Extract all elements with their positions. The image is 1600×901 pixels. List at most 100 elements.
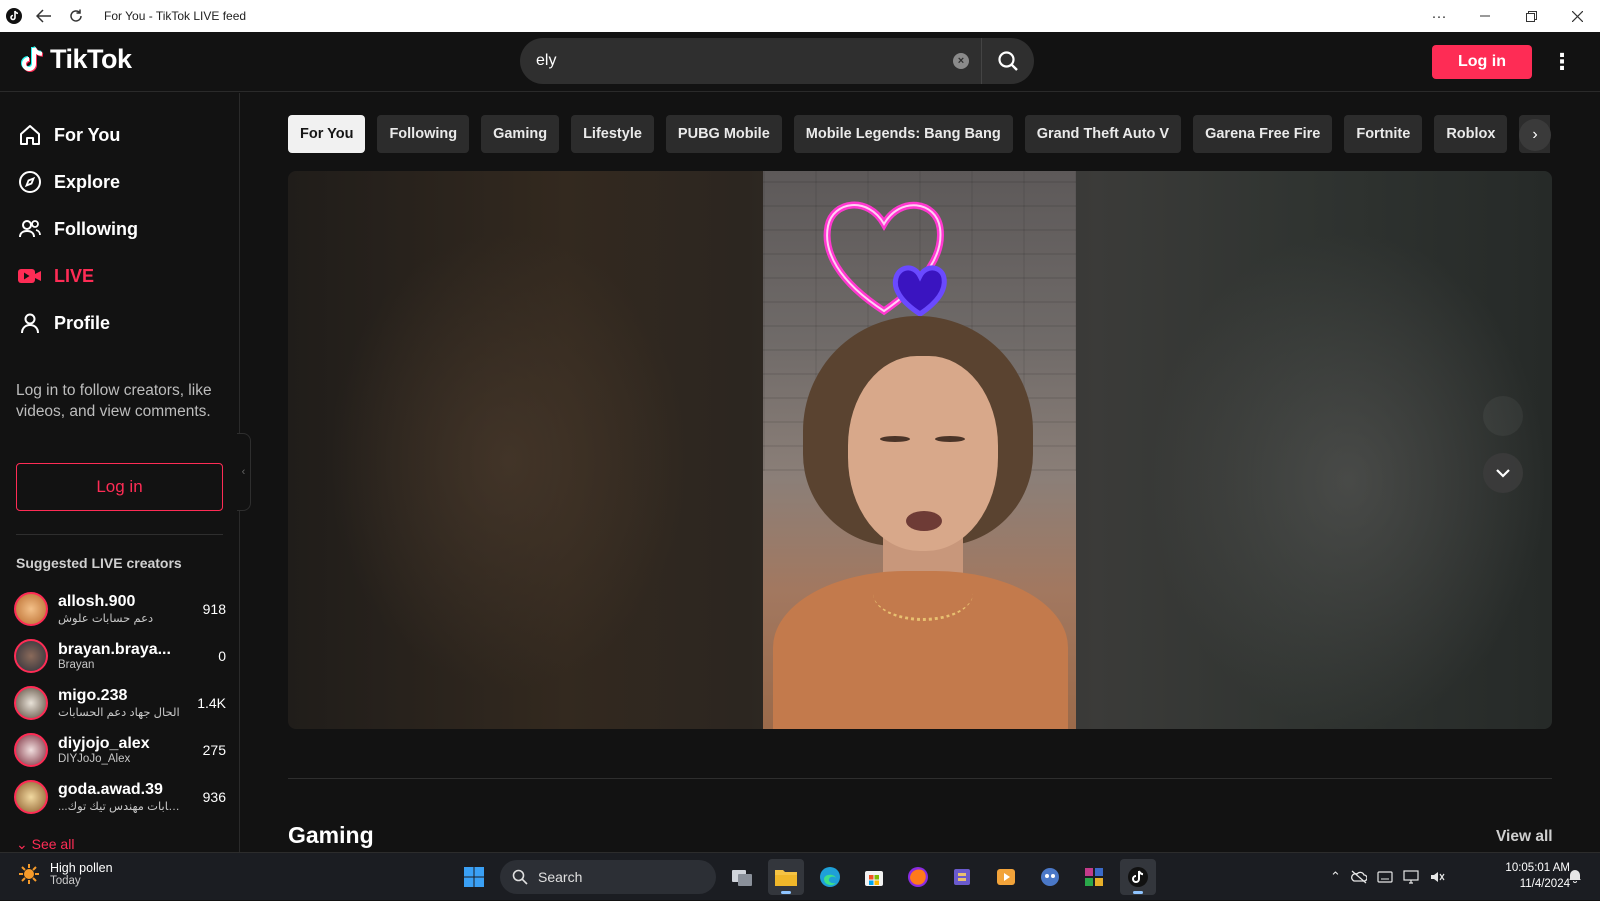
volume-muted-icon[interactable] [1429, 870, 1445, 884]
streamer-eye [935, 436, 965, 442]
archive-app-icon[interactable] [1076, 859, 1112, 895]
keyboard-icon[interactable] [1377, 870, 1393, 884]
reload-icon[interactable] [60, 0, 92, 32]
system-tray: ⌃ [1330, 853, 1445, 901]
microsoft-store-icon[interactable] [856, 859, 892, 895]
search-button[interactable] [982, 38, 1034, 84]
nav-label: Explore [54, 171, 121, 192]
chevron-down-icon: ⌄ [16, 836, 28, 852]
necklace [873, 566, 973, 621]
notification-bell-icon[interactable] [1568, 868, 1582, 886]
view-all-link[interactable]: View all [1496, 828, 1553, 846]
edge-browser-icon[interactable] [812, 859, 848, 895]
nav-label: LIVE [54, 265, 95, 286]
category-chip[interactable]: PUBG Mobile [665, 115, 782, 153]
category-chip[interactable]: Gaming [481, 115, 560, 153]
viewer-count: 0 [218, 648, 226, 664]
see-all-label: See all [31, 836, 75, 852]
creator-item[interactable]: allosh.900 دعم حسابات علوش 918 [14, 587, 226, 631]
taskbar-search[interactable]: Search [500, 860, 716, 894]
chevron-right-icon[interactable]: › [1519, 119, 1551, 151]
nav-profile[interactable]: Profile [16, 303, 110, 343]
app-icon[interactable] [1032, 859, 1068, 895]
player-control[interactable] [1483, 396, 1523, 436]
home-icon [16, 121, 44, 149]
system-clock[interactable]: 10:05:01 AM 11/4/2024 [1480, 860, 1570, 892]
weather-title: High pollen [50, 861, 113, 875]
nav-for-you[interactable]: For You [16, 115, 120, 155]
tiktok-app-icon [0, 0, 28, 32]
running-indicator [1133, 891, 1143, 894]
clear-search-icon[interactable]: × [953, 53, 969, 69]
live-stream-frame[interactable] [763, 171, 1076, 729]
chevron-up-icon[interactable]: ⌃ [1330, 869, 1341, 885]
clock-time: 10:05:01 AM [1505, 862, 1570, 874]
creator-item[interactable]: diyjojo_alex DIYJoJo_Alex 275 [14, 728, 226, 772]
chevron-down-icon [1496, 469, 1510, 478]
section-title: Gaming [288, 822, 374, 848]
tiktok-taskbar-icon[interactable] [1120, 859, 1156, 895]
pollen-icon [19, 864, 39, 884]
header-login-button[interactable]: Log in [1432, 45, 1532, 79]
restore-button[interactable] [1508, 0, 1554, 32]
creator-name: allosh.900 [58, 593, 136, 610]
nav-live[interactable]: LIVE [16, 256, 94, 296]
category-chip[interactable]: Mobile Legends: Bang Bang [793, 115, 1013, 153]
close-button[interactable] [1554, 0, 1600, 32]
viewer-count: 936 [202, 789, 226, 805]
more-vertical-icon[interactable]: ⋮ [1551, 45, 1573, 79]
collapse-sidebar-handle[interactable]: ‹ [237, 433, 251, 511]
minimize-button[interactable] [1462, 0, 1508, 32]
more-options-icon[interactable]: ··· [1416, 0, 1462, 32]
tiktok-note-icon [21, 45, 44, 72]
creator-item[interactable]: migo.238 الحال جهاد دعم الحسابات 1.4K [14, 681, 226, 725]
creator-item[interactable]: brayan.braya... Brayan 0 [14, 634, 226, 678]
app-icon[interactable] [944, 859, 980, 895]
next-stream-button[interactable] [1483, 453, 1523, 493]
avatar [14, 639, 48, 673]
network-icon[interactable] [1403, 870, 1419, 884]
tiktok-logo[interactable]: TikTok [20, 44, 132, 75]
category-bar: For You Following Gaming Lifestyle PUBG … [288, 115, 1550, 153]
onedrive-icon[interactable] [1350, 870, 1367, 884]
section-divider [288, 778, 1552, 779]
viewer-count: 1.4K [197, 695, 226, 711]
suggested-creators-title: Suggested LIVE creators [16, 555, 182, 571]
search-input[interactable] [520, 38, 953, 84]
category-chip[interactable]: Grand Theft Auto V [1024, 115, 1182, 153]
creator-name: brayan.braya... [58, 641, 171, 658]
start-button[interactable] [456, 859, 492, 895]
category-chip[interactable]: Fortnite [1344, 115, 1423, 153]
weather-subtitle: Today [50, 875, 81, 887]
window-title: For You - TikTok LIVE feed [104, 9, 247, 23]
file-explorer-icon[interactable] [768, 859, 804, 895]
nav-explore[interactable]: Explore [16, 162, 120, 202]
weather-widget[interactable]: High pollen Today [18, 861, 113, 887]
category-chip[interactable]: For You [288, 115, 366, 153]
back-icon[interactable] [28, 0, 60, 32]
media-player-icon[interactable] [988, 859, 1024, 895]
category-chip[interactable]: Garena Free Fire [1193, 115, 1333, 153]
firefox-icon[interactable] [900, 859, 936, 895]
search-icon [512, 869, 528, 885]
background-blur-left [328, 231, 688, 691]
see-all-link[interactable]: ⌄ See all [16, 836, 74, 853]
windows-taskbar: High pollen Today Search ⌃ 10:05:01 AM 1… [0, 852, 1600, 900]
avatar [14, 686, 48, 720]
nav-label: Profile [54, 312, 111, 333]
taskbar-search-label: Search [538, 869, 583, 885]
app-header: TikTok × Log in ⋮ [0, 32, 1600, 92]
creator-subtitle: Brayan [58, 659, 95, 671]
task-view-icon[interactable] [724, 859, 760, 895]
category-chip[interactable]: Following [377, 115, 470, 153]
nav-following[interactable]: Following [16, 209, 138, 249]
category-chip[interactable]: Roblox [1434, 115, 1508, 153]
creator-name: diyjojo_alex [58, 735, 150, 752]
sidebar: For You Explore Following LIVE Profile L… [0, 93, 240, 852]
sidebar-login-button[interactable]: Log in [16, 463, 223, 511]
person-icon [16, 309, 44, 337]
live-video-player[interactable] [288, 171, 1552, 729]
viewer-count: 275 [202, 742, 226, 758]
category-chip[interactable]: Lifestyle [571, 115, 654, 153]
creator-item[interactable]: goda.awad.39 ...م حسابات مهندس تيك توك 9… [14, 775, 226, 819]
